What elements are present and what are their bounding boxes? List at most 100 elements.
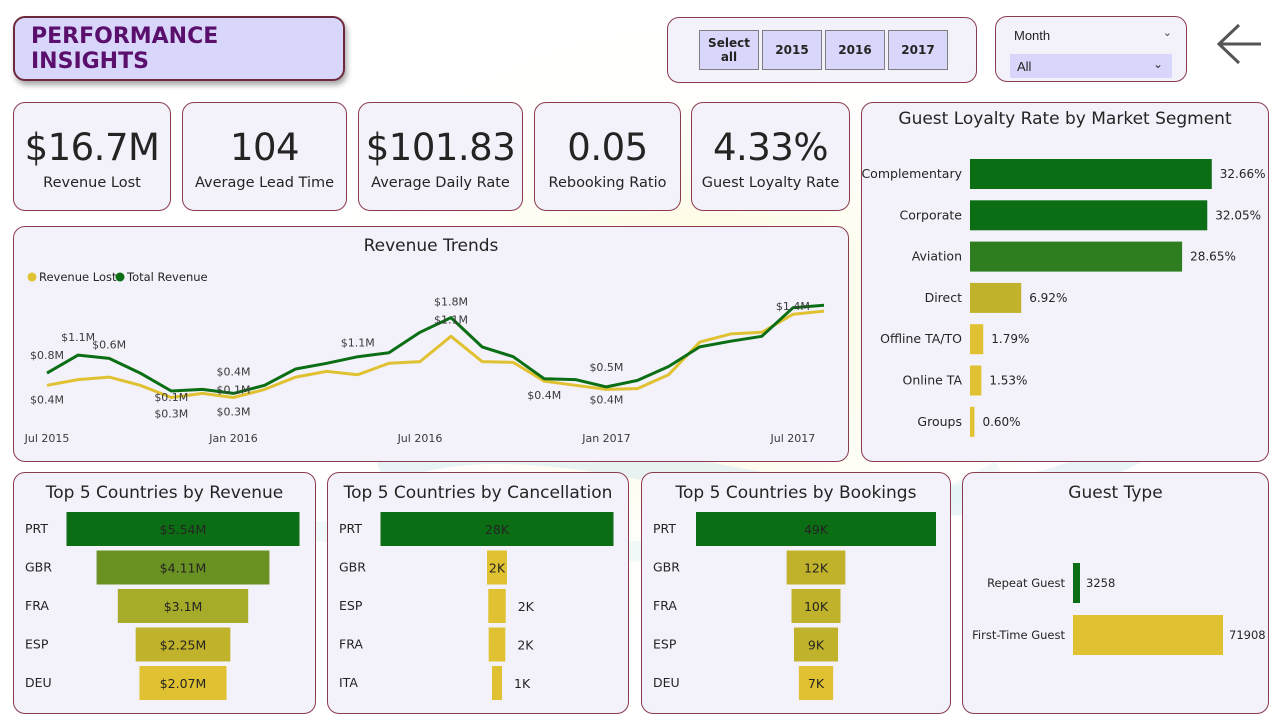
- legend-label-total-revenue: Total Revenue: [126, 270, 208, 284]
- legend-marker-revenue-lost: [27, 272, 37, 282]
- segment-label: Complementary: [862, 166, 963, 181]
- revenue-trends-chart: Revenue Lost Total Revenue $0.8M $0.4M $1.1M…: [24, 270, 825, 445]
- country-bar: [488, 589, 506, 623]
- year-button-select-all[interactable]: Select all: [699, 30, 759, 70]
- x-tick-label: Jan 2016: [208, 432, 257, 445]
- segment-label: Direct: [925, 290, 963, 305]
- country-label: FRA: [653, 598, 677, 613]
- kpi-value: $101.83: [365, 126, 516, 169]
- kpi-revenue-lost: $16.7M Revenue Lost: [13, 102, 171, 211]
- data-label: $1.8M: [434, 296, 468, 309]
- segment-value-label: 6.92%: [1029, 291, 1067, 305]
- country-value-label: $3.1M: [164, 599, 203, 614]
- country-value-label: 28K: [485, 522, 510, 537]
- data-label: $0.6M: [92, 338, 126, 351]
- data-label: $1.1M: [61, 331, 95, 344]
- kpi-average-lead-time: 104 Average Lead Time: [182, 102, 347, 211]
- country-value-label: 2K: [518, 599, 535, 614]
- country-label: DEU: [25, 675, 52, 690]
- page-title: PERFORMANCE INSIGHTS: [31, 23, 219, 74]
- country-label: ESP: [25, 637, 49, 652]
- page-title-card: PERFORMANCE INSIGHTS: [13, 16, 345, 81]
- top-countries-bookings-chart: PRT 49K GBR 12K FRA 10K ESP 9K DEU 7K: [653, 512, 936, 700]
- country-value-label: 2K: [517, 638, 534, 653]
- country-label: PRT: [339, 521, 362, 536]
- country-label: DEU: [653, 675, 680, 690]
- segment-bar: [970, 406, 975, 437]
- segment-bar: [970, 365, 982, 396]
- segment-label: Groups: [917, 414, 962, 429]
- top-countries-cancellation-panel: Top 5 Countries by Cancellation PRT 28K GB…: [327, 472, 629, 714]
- country-value-label: $5.54M: [160, 522, 207, 537]
- country-label: ESP: [653, 637, 677, 652]
- country-label: FRA: [25, 598, 49, 613]
- kpi-rebooking-ratio: 0.05 Rebooking Ratio: [534, 102, 681, 211]
- segment-value-label: 28.65%: [1190, 250, 1236, 264]
- month-dropdown[interactable]: All ⌄: [1010, 54, 1172, 78]
- country-value-label: 7K: [808, 676, 825, 691]
- country-label: PRT: [25, 521, 48, 536]
- revenue-trends-panel: Revenue Trends Revenue Lost Total Revenue…: [13, 226, 849, 462]
- year-slicer: Select all 2015 2016 2017: [667, 17, 977, 83]
- data-label: $0.1M: [154, 391, 188, 404]
- x-tick-label: Jan 2017: [581, 432, 630, 445]
- kpi-average-daily-rate: $101.83 Average Daily Rate: [358, 102, 523, 211]
- country-value-label: 9K: [808, 638, 825, 653]
- loyalty-segment-panel: Guest Loyalty Rate by Market Segment Com…: [861, 102, 1269, 462]
- kpi-value: 4.33%: [712, 126, 829, 169]
- kpi-label: Average Daily Rate: [371, 175, 510, 191]
- data-label: $0.5M: [589, 361, 623, 374]
- top-countries-revenue-chart: PRT $5.54M GBR $4.11M FRA $3.1M ESP $2.25M DEU $2…: [25, 512, 300, 700]
- kpi-label: Guest Loyalty Rate: [701, 175, 840, 191]
- country-label: GBR: [653, 560, 680, 575]
- segment-bar: [970, 241, 1183, 272]
- country-label: ESP: [339, 598, 363, 613]
- segment-label: Aviation: [912, 249, 962, 264]
- country-label: ITA: [339, 675, 358, 690]
- month-slicer: Month ⌄ All ⌄: [995, 16, 1187, 82]
- data-label: $1.4M: [776, 300, 810, 313]
- country-label: GBR: [339, 560, 366, 575]
- segment-bar: [970, 200, 1208, 231]
- kpi-value: 0.05: [567, 126, 648, 169]
- segment-value-label: 1.79%: [991, 332, 1029, 346]
- kpi-value: $16.7M: [24, 126, 160, 169]
- x-tick-label: Jul 2017: [770, 432, 816, 445]
- guest-type-label: Repeat Guest: [987, 576, 1065, 590]
- country-label: PRT: [653, 521, 676, 536]
- country-value-label: $4.11M: [160, 561, 207, 576]
- data-label: $0.3M: [216, 406, 250, 419]
- chevron-down-icon: ⌄: [1152, 57, 1163, 71]
- data-label: $0.3M: [154, 408, 188, 421]
- country-value-label: 1K: [514, 676, 531, 691]
- year-button-2017[interactable]: 2017: [888, 30, 948, 70]
- data-label: $0.4M: [216, 365, 250, 378]
- data-label: $0.4M: [589, 393, 623, 406]
- legend-marker-total-revenue: [115, 272, 125, 282]
- kpi-label: Rebooking Ratio: [548, 175, 667, 191]
- segment-value-label: 32.66%: [1220, 167, 1266, 181]
- top-countries-cancellation-chart: PRT 28K GBR 2K ESP 2K FRA 2K ITA 1K: [339, 512, 614, 700]
- legend-label-revenue-lost: Revenue Lost: [39, 270, 117, 284]
- segment-value-label: 32.05%: [1215, 208, 1261, 222]
- country-value-label: 10K: [804, 599, 829, 614]
- segment-value-label: 0.60%: [982, 415, 1020, 429]
- year-button-2016[interactable]: 2016: [825, 30, 885, 70]
- guest-type-chart: Repeat Guest 3258 First-Time Guest 71908: [972, 563, 1266, 655]
- country-label: GBR: [25, 560, 52, 575]
- chevron-up-icon[interactable]: ⌄: [1163, 26, 1172, 39]
- guest-type-bar: [1073, 563, 1080, 603]
- year-button-2015[interactable]: 2015: [762, 30, 822, 70]
- segment-bar: [970, 324, 984, 355]
- x-tick-label: Jul 2016: [397, 432, 443, 445]
- segment-label: Corporate: [900, 207, 963, 222]
- guest-type-value-label: 71908: [1229, 628, 1266, 642]
- back-arrow-icon[interactable]: [1215, 22, 1265, 66]
- country-value-label: $2.07M: [160, 676, 207, 691]
- data-label: $0.4M: [30, 393, 64, 406]
- segment-bar: [970, 159, 1212, 189]
- country-value-label: 2K: [489, 561, 506, 576]
- top-countries-bookings-panel: Top 5 Countries by Bookings PRT 49K GBR 12K…: [641, 472, 951, 714]
- segment-value-label: 1.53%: [989, 374, 1027, 388]
- month-slicer-label: Month: [1014, 28, 1051, 43]
